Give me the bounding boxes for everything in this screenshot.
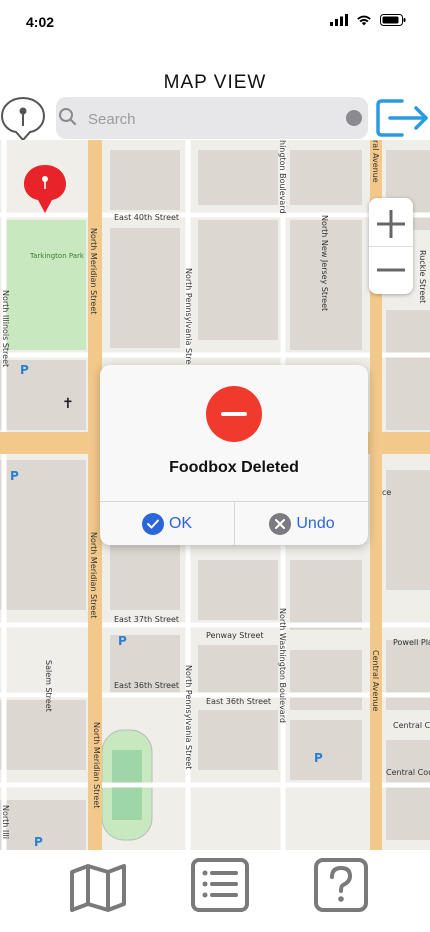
- status-time: 4:02: [26, 14, 55, 30]
- undo-label: Undo: [296, 514, 335, 532]
- undo-button[interactable]: Undo: [235, 502, 369, 545]
- delete-icon: [206, 386, 262, 442]
- map-icon: [70, 864, 126, 912]
- logout-icon: [376, 99, 428, 137]
- status-icons: [330, 14, 406, 26]
- label-north-meridian-c: North Meridian Street: [92, 722, 101, 808]
- label-tarkington: Tarkington Park: [29, 252, 85, 260]
- zoom-controls: [369, 198, 413, 294]
- close-icon: [269, 512, 292, 535]
- minus-icon: [377, 268, 405, 272]
- zoom-out-button[interactable]: [369, 246, 413, 294]
- ok-label: OK: [168, 514, 193, 532]
- label-north-pennsylvania-b: North Pennsylvania Street: [184, 665, 193, 769]
- dialog-message: Foodbox Deleted: [169, 459, 299, 476]
- tab-bar: [0, 850, 430, 932]
- label-north-meridian-b: North Meridian Street: [89, 532, 98, 618]
- label-north-washington: North Washington Boulevard: [278, 608, 287, 723]
- parking-icon: P: [20, 363, 29, 377]
- location-marker-icon[interactable]: [22, 163, 68, 215]
- label-salem: Salem Street: [44, 660, 53, 712]
- deleted-dialog: Foodbox Deleted OK Undo: [100, 365, 368, 545]
- label-north-illi: North Illi: [1, 805, 10, 839]
- label-central-avenue-top: ral Avenue: [371, 140, 380, 183]
- wifi-icon: [357, 15, 371, 26]
- label-ce: ce: [382, 488, 391, 497]
- label-ruckle: Ruckle Street: [418, 250, 427, 303]
- label-north-pennsylvania: North Pennsylvania Street: [184, 268, 193, 372]
- parking-icon: P: [10, 469, 19, 483]
- battery-icon: [380, 14, 406, 26]
- label-east-37th: East 37th Street: [114, 615, 179, 624]
- parking-icon: P: [118, 634, 127, 648]
- logout-button[interactable]: [376, 95, 430, 141]
- ok-button[interactable]: OK: [100, 502, 234, 545]
- tab-help[interactable]: [312, 858, 372, 914]
- help-icon: [314, 858, 368, 912]
- label-north-illinois: North Illinois Street: [1, 290, 10, 367]
- search-input[interactable]: [86, 97, 340, 141]
- cellular-signal-icon: [330, 14, 348, 26]
- search-icon: [59, 108, 77, 126]
- status-bar: 4:02: [0, 0, 430, 46]
- tab-map[interactable]: [68, 858, 128, 914]
- label-washington-top: hington Boulevard: [278, 140, 287, 214]
- parking-icon: P: [34, 835, 43, 849]
- label-east-40th: East 40th Street: [114, 213, 179, 222]
- church-icon: ✝: [62, 396, 74, 412]
- list-icon: [191, 858, 249, 912]
- search-bar[interactable]: [56, 97, 368, 141]
- map-pin-icon: [0, 96, 46, 142]
- label-east-36th: East 36th Street: [114, 681, 179, 690]
- label-penway: Penway Street: [206, 631, 264, 640]
- search-clear-icon[interactable]: [346, 110, 362, 126]
- checkmark-icon: [141, 512, 164, 535]
- label-central-avenue: Central Avenue: [371, 650, 380, 711]
- label-powell: Powell Plac: [393, 638, 430, 647]
- page-title: MAP VIEW: [163, 72, 267, 93]
- label-east-36th-b: East 36th Street: [206, 697, 271, 706]
- tab-list[interactable]: [190, 858, 250, 914]
- label-central-court-b: Central Court S: [386, 768, 430, 777]
- drop-pin-button[interactable]: [0, 94, 48, 142]
- label-north-new-jersey: North New Jersey Street: [320, 215, 329, 311]
- label-central-court: Central Court: [393, 721, 430, 730]
- plus-icon: [377, 210, 405, 238]
- label-north-meridian: North Meridian Street: [89, 228, 98, 314]
- parking-icon: P: [314, 751, 323, 765]
- zoom-in-button[interactable]: [369, 198, 413, 246]
